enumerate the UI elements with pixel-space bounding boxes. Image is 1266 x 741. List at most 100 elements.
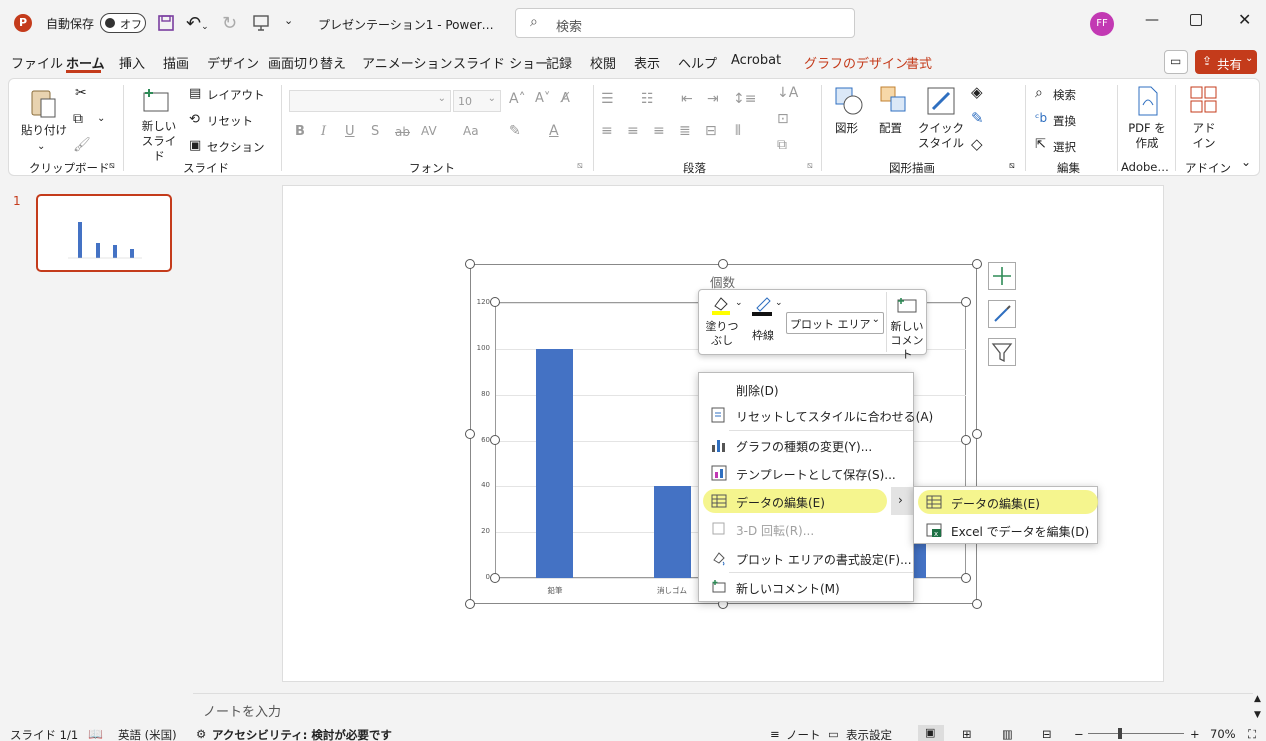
resize-handle[interactable]	[718, 259, 728, 269]
language-indicator[interactable]: 英語 (米国)	[118, 727, 177, 741]
tab-acrobat[interactable]: Acrobat	[731, 53, 781, 68]
bullets-icon[interactable]: ☰	[601, 91, 614, 107]
align-left-icon[interactable]: ≡	[601, 123, 613, 139]
addins-button[interactable]: アド イン	[1181, 85, 1225, 155]
restore-icon[interactable]	[1190, 14, 1202, 26]
tab-chart-design[interactable]: グラフのデザイン	[804, 53, 908, 72]
new-slide-button[interactable]: 新しい スライド	[135, 87, 185, 163]
resize-handle[interactable]	[972, 259, 982, 269]
resize-handle[interactable]	[972, 429, 982, 439]
arrange-button[interactable]: 配置	[873, 85, 913, 155]
font-size-select[interactable]: 10 ⌄	[453, 90, 501, 112]
align-text-icon[interactable]: ⊡	[777, 111, 789, 127]
reading-view-icon[interactable]: ▥	[1002, 727, 1013, 741]
resize-handle[interactable]	[972, 599, 982, 609]
dialog-launcher-icon[interactable]: ⧅	[807, 161, 813, 171]
tab-help[interactable]: ヘルプ	[678, 53, 717, 72]
section-button[interactable]: ▣ セクション	[189, 137, 269, 157]
plot-handle[interactable]	[961, 573, 971, 583]
text-direction-icon[interactable]: ↓A	[777, 85, 798, 101]
numbering-icon[interactable]: ☷	[641, 91, 654, 107]
minimize-icon[interactable]: —	[1145, 12, 1159, 28]
tab-draw[interactable]: 描画	[163, 53, 189, 72]
collapse-ribbon-icon[interactable]: ⌄	[1241, 155, 1251, 169]
plot-handle[interactable]	[490, 435, 500, 445]
replace-button[interactable]: ᶜb 置換	[1035, 111, 1105, 131]
menu-item-reset-style[interactable]: リセットしてスタイルに合わせる(A)	[699, 401, 933, 429]
shape-outline-icon[interactable]: ✎	[971, 109, 984, 127]
tab-review[interactable]: 校閲	[590, 53, 616, 72]
chart-elements-button[interactable]	[988, 262, 1016, 290]
highlight-icon[interactable]: ✎	[509, 123, 521, 139]
strikethrough-button[interactable]: ab	[395, 125, 410, 139]
chart-filters-button[interactable]	[988, 338, 1016, 366]
save-icon[interactable]	[157, 14, 175, 32]
present-icon[interactable]	[252, 14, 272, 34]
reset-button[interactable]: ⟲ リセット	[189, 111, 259, 131]
slide-sorter-icon[interactable]: ⊞	[962, 727, 972, 741]
redo-icon[interactable]: ↻	[222, 13, 242, 34]
zoom-slider-thumb[interactable]	[1118, 728, 1122, 739]
tab-transitions[interactable]: 画面切り替え	[268, 53, 346, 72]
slideshow-icon[interactable]: ⊟	[1042, 727, 1052, 741]
menu-item-save-template[interactable]: テンプレートとして保存(S)...	[699, 459, 913, 487]
align-right-icon[interactable]: ≡	[653, 123, 665, 139]
comments-button[interactable]: ▭	[1164, 50, 1188, 74]
notes-pane[interactable]: ノートを入力	[193, 693, 1253, 723]
create-pdf-button[interactable]: PDF を作成	[1125, 85, 1169, 155]
find-button[interactable]: ⌕ 検索	[1035, 85, 1105, 105]
submenu-item-edit-data[interactable]: データの編集(E)	[914, 488, 1097, 516]
scroll-up-icon[interactable]: ▲	[1254, 694, 1261, 704]
menu-item-3d-rotation[interactable]: 3-D 回転(R)...	[699, 515, 913, 543]
avatar[interactable]: FF	[1090, 12, 1114, 36]
scroll-down-icon[interactable]: ▼	[1254, 710, 1261, 720]
share-button[interactable]: ⇪ 共有 ⌄	[1195, 50, 1257, 74]
cut-icon[interactable]: ✂	[75, 85, 87, 101]
shape-effects-icon[interactable]: ◇	[971, 135, 983, 153]
grow-font-icon[interactable]: A˄	[509, 91, 526, 107]
outline-button[interactable]: ⌄ 枠線	[747, 292, 783, 352]
zoom-slider[interactable]	[1088, 733, 1184, 734]
display-settings-button[interactable]: 表示設定	[846, 727, 892, 741]
spellcheck-icon[interactable]: 📖	[88, 727, 103, 741]
normal-view-button[interactable]: ▣	[918, 725, 944, 741]
dialog-launcher-icon[interactable]: ⧅	[577, 161, 583, 171]
chart-styles-button[interactable]	[988, 300, 1016, 328]
tab-format[interactable]: 書式	[906, 53, 932, 72]
bold-button[interactable]: B	[295, 124, 305, 139]
new-comment-button[interactable]: 新しい コメント	[886, 292, 926, 361]
align-center-icon[interactable]: ≡	[627, 123, 639, 139]
tab-record[interactable]: 記録	[546, 53, 572, 72]
bar[interactable]	[536, 349, 573, 578]
slide-thumbnail[interactable]	[36, 194, 172, 272]
fill-button[interactable]: ⌄ 塗りつ ぶし	[703, 292, 745, 352]
select-button[interactable]: ⇱ 選択	[1035, 137, 1105, 157]
resize-handle[interactable]	[465, 599, 475, 609]
chart-element-select[interactable]: プロット エリア ⌄	[786, 312, 884, 334]
tab-view[interactable]: 表示	[634, 53, 660, 72]
font-name-select[interactable]: ⌄	[289, 90, 451, 112]
paste-button[interactable]: 貼り付け ⌄	[21, 87, 67, 157]
layout-button[interactable]: ▤ レイアウト	[189, 85, 269, 105]
close-icon[interactable]: ✕	[1238, 10, 1251, 29]
menu-item-format-plot-area[interactable]: プロット エリアの書式設定(F)...	[699, 544, 913, 572]
italic-button[interactable]: I	[321, 124, 326, 139]
dialog-launcher-icon[interactable]: ⧅	[109, 161, 115, 171]
clear-format-icon[interactable]: A̸	[561, 91, 570, 106]
plot-handle[interactable]	[961, 435, 971, 445]
menu-item-new-comment[interactable]: 新しいコメント(M)	[699, 573, 913, 601]
underline-button[interactable]: U	[345, 124, 355, 139]
undo-icon[interactable]: ↶⌄	[186, 13, 212, 34]
copy-icon[interactable]: ⧉	[73, 111, 83, 127]
menu-item-edit-data[interactable]: データの編集(E) ›	[699, 487, 913, 515]
quick-styles-button[interactable]: クイック スタイル	[913, 85, 969, 155]
chevron-down-icon[interactable]: ⌄	[97, 113, 105, 124]
plot-handle[interactable]	[490, 573, 500, 583]
autosave-toggle[interactable]: オフ	[100, 13, 146, 33]
search-box[interactable]: ⌕ 検索	[515, 8, 855, 38]
tab-animations[interactable]: アニメーション	[362, 53, 452, 72]
columns-icon[interactable]: ⫴	[735, 123, 741, 139]
shapes-button[interactable]: 図形	[829, 85, 869, 155]
format-painter-icon[interactable]: 🖌	[73, 137, 91, 153]
bar[interactable]	[654, 486, 691, 578]
